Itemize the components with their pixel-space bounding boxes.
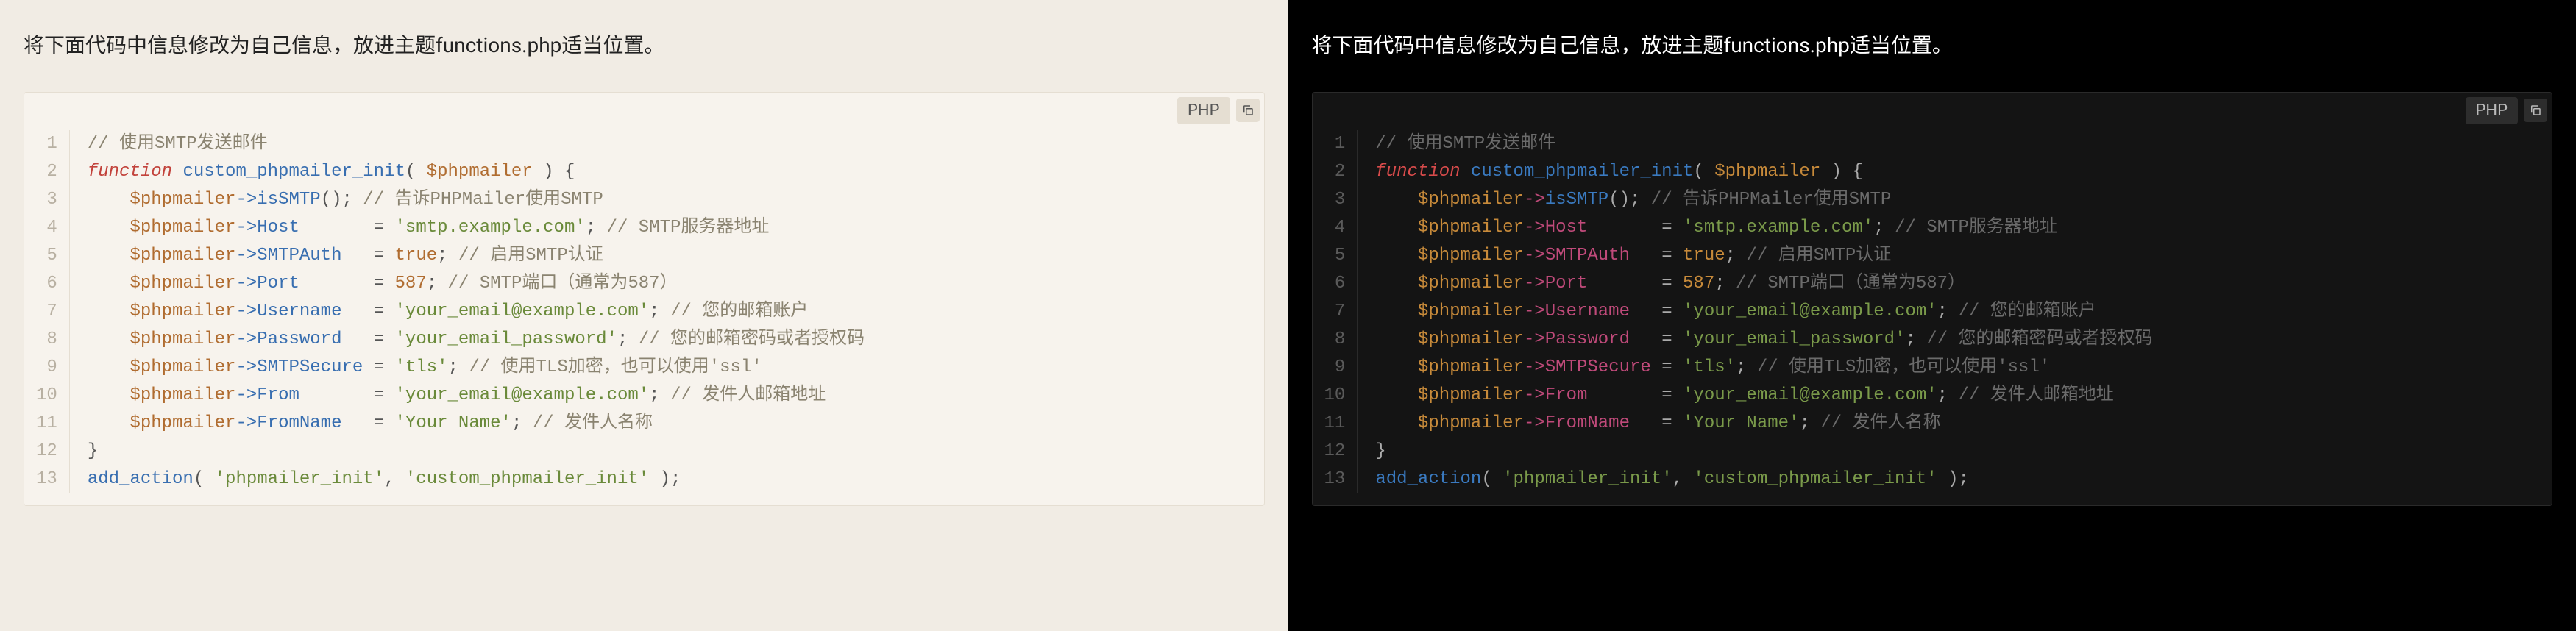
- line-number: 8: [1324, 326, 1346, 354]
- copy-button[interactable]: [1236, 99, 1260, 122]
- code-text[interactable]: // 使用SMTP发送邮件function custom_phpmailer_i…: [1358, 130, 2152, 493]
- code-line: $phpmailer->isSMTP(); // 告诉PHPMailer使用SM…: [1375, 186, 2152, 214]
- code-line: $phpmailer->From = 'your_email@example.c…: [88, 382, 865, 410]
- code-line: $phpmailer->Password = 'your_email_passw…: [88, 326, 865, 354]
- code-line: $phpmailer->SMTPAuth = true; // 启用SMTP认证: [1375, 242, 2152, 270]
- line-number: 2: [1324, 158, 1346, 186]
- code-line: $phpmailer->Username = 'your_email@examp…: [1375, 298, 2152, 326]
- line-number: 12: [1324, 438, 1346, 466]
- code-line: $phpmailer->Port = 587; // SMTP端口（通常为587…: [1375, 270, 2152, 298]
- line-number: 11: [36, 410, 57, 438]
- code-body: 12345678910111213 // 使用SMTP发送邮件function …: [1313, 124, 2552, 505]
- code-line: $phpmailer->FromName = 'Your Name'; // 发…: [1375, 410, 2152, 438]
- code-line: $phpmailer->SMTPSecure = 'tls'; // 使用TLS…: [1375, 354, 2152, 382]
- line-number: 9: [1324, 354, 1346, 382]
- code-text[interactable]: // 使用SMTP发送邮件function custom_phpmailer_i…: [70, 130, 865, 493]
- copy-button[interactable]: [2524, 99, 2547, 122]
- line-number: 7: [1324, 298, 1346, 326]
- code-line: $phpmailer->FromName = 'Your Name'; // 发…: [88, 410, 865, 438]
- line-number: 5: [1324, 242, 1346, 270]
- line-number: 10: [36, 382, 57, 410]
- line-gutter: 12345678910111213: [24, 130, 70, 493]
- instruction-text: 将下面代码中信息修改为自己信息，放进主题functions.php适当位置。: [24, 29, 1265, 63]
- code-line: // 使用SMTP发送邮件: [88, 130, 865, 158]
- code-line: add_action( 'phpmailer_init', 'custom_ph…: [1375, 466, 2152, 493]
- line-number: 12: [36, 438, 57, 466]
- line-number: 8: [36, 326, 57, 354]
- line-number: 4: [36, 214, 57, 242]
- line-number: 11: [1324, 410, 1346, 438]
- line-number: 1: [36, 130, 57, 158]
- code-line: $phpmailer->SMTPAuth = true; // 启用SMTP认证: [88, 242, 865, 270]
- code-line: function custom_phpmailer_init( $phpmail…: [1375, 158, 2152, 186]
- line-number: 13: [36, 466, 57, 493]
- line-number: 10: [1324, 382, 1346, 410]
- copy-icon: [1241, 104, 1255, 117]
- code-block-dark: PHP 12345678910111213 // 使用SMTP发送邮件funct…: [1312, 92, 2553, 506]
- code-header: PHP: [24, 93, 1264, 124]
- line-number: 4: [1324, 214, 1346, 242]
- line-number: 6: [36, 270, 57, 298]
- copy-icon: [2529, 104, 2542, 117]
- code-line: }: [1375, 438, 2152, 466]
- dark-theme-pane: 将下面代码中信息修改为自己信息，放进主题functions.php适当位置。 P…: [1288, 0, 2576, 631]
- language-badge: PHP: [1177, 97, 1230, 124]
- code-line: $phpmailer->Port = 587; // SMTP端口（通常为587…: [88, 270, 865, 298]
- code-line: $phpmailer->Host = 'smtp.example.com'; /…: [1375, 214, 2152, 242]
- code-line: $phpmailer->Username = 'your_email@examp…: [88, 298, 865, 326]
- code-header: PHP: [1313, 93, 2552, 124]
- line-number: 6: [1324, 270, 1346, 298]
- line-number: 3: [36, 186, 57, 214]
- code-line: $phpmailer->Host = 'smtp.example.com'; /…: [88, 214, 865, 242]
- code-line: $phpmailer->isSMTP(); // 告诉PHPMailer使用SM…: [88, 186, 865, 214]
- code-line: // 使用SMTP发送邮件: [1375, 130, 2152, 158]
- line-number: 7: [36, 298, 57, 326]
- line-number: 5: [36, 242, 57, 270]
- line-number: 13: [1324, 466, 1346, 493]
- line-number: 2: [36, 158, 57, 186]
- line-number: 1: [1324, 130, 1346, 158]
- line-number: 9: [36, 354, 57, 382]
- code-body: 12345678910111213 // 使用SMTP发送邮件function …: [24, 124, 1264, 505]
- instruction-text: 将下面代码中信息修改为自己信息，放进主题functions.php适当位置。: [1312, 29, 2553, 63]
- code-line: $phpmailer->From = 'your_email@example.c…: [1375, 382, 2152, 410]
- code-line: }: [88, 438, 865, 466]
- code-line: $phpmailer->Password = 'your_email_passw…: [1375, 326, 2152, 354]
- line-number: 3: [1324, 186, 1346, 214]
- line-gutter: 12345678910111213: [1313, 130, 1358, 493]
- code-block-light: PHP 12345678910111213 // 使用SMTP发送邮件funct…: [24, 92, 1265, 506]
- code-line: function custom_phpmailer_init( $phpmail…: [88, 158, 865, 186]
- code-line: add_action( 'phpmailer_init', 'custom_ph…: [88, 466, 865, 493]
- code-line: $phpmailer->SMTPSecure = 'tls'; // 使用TLS…: [88, 354, 865, 382]
- language-badge: PHP: [2466, 97, 2518, 124]
- light-theme-pane: 将下面代码中信息修改为自己信息，放进主题functions.php适当位置。 P…: [0, 0, 1288, 631]
